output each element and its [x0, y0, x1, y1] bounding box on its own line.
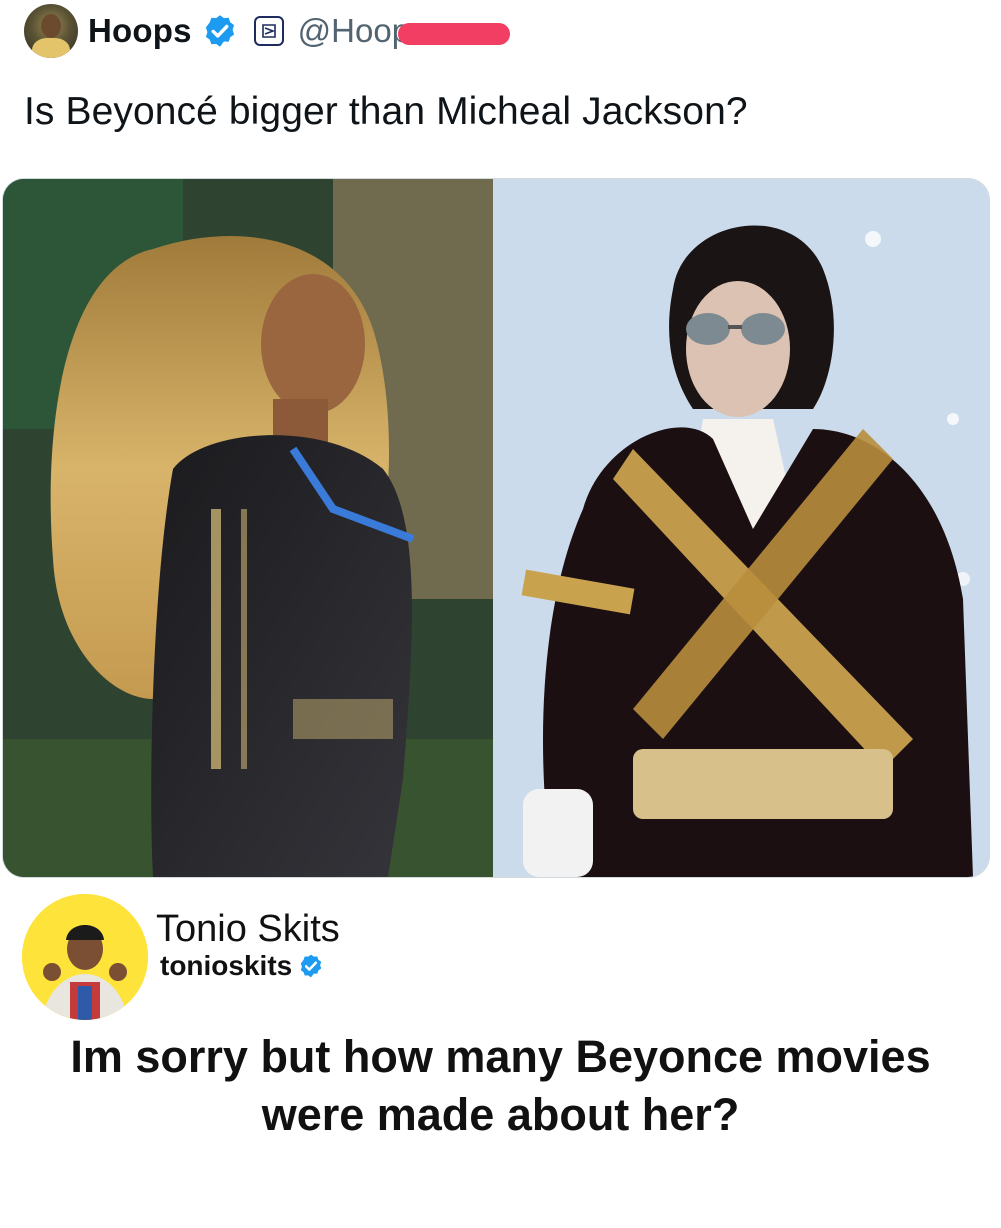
tweet-media[interactable] [2, 178, 990, 878]
redaction-mark [398, 23, 511, 45]
author-display-name[interactable]: Hoops [88, 12, 192, 50]
michael-jackson-photo [493, 179, 989, 877]
reply-author-handle[interactable]: tonioskits [160, 950, 292, 982]
reply-text: Im sorry but how many Beyonce movies wer… [0, 1028, 1001, 1144]
reply-author-avatar[interactable] [22, 894, 148, 1020]
author-avatar[interactable] [24, 4, 78, 58]
verified-badge-icon [202, 13, 238, 49]
quoted-tweet-header: Hoops @Hoop [24, 4, 511, 58]
reply-text-line-2: were made about her? [261, 1089, 740, 1140]
quoted-tweet-text: Is Beyoncé bigger than Micheal Jackson? [24, 90, 748, 133]
verified-badge-icon [298, 953, 324, 979]
author-handle[interactable]: @Hoop [298, 12, 410, 50]
affiliate-badge-icon [253, 16, 284, 46]
reply-author-display-name[interactable]: Tonio Skits [156, 908, 340, 951]
beyonce-photo [3, 179, 493, 877]
reply-author-handle-row: tonioskits [160, 950, 324, 982]
reply-text-line-1: Im sorry but how many Beyonce movies [70, 1031, 931, 1082]
